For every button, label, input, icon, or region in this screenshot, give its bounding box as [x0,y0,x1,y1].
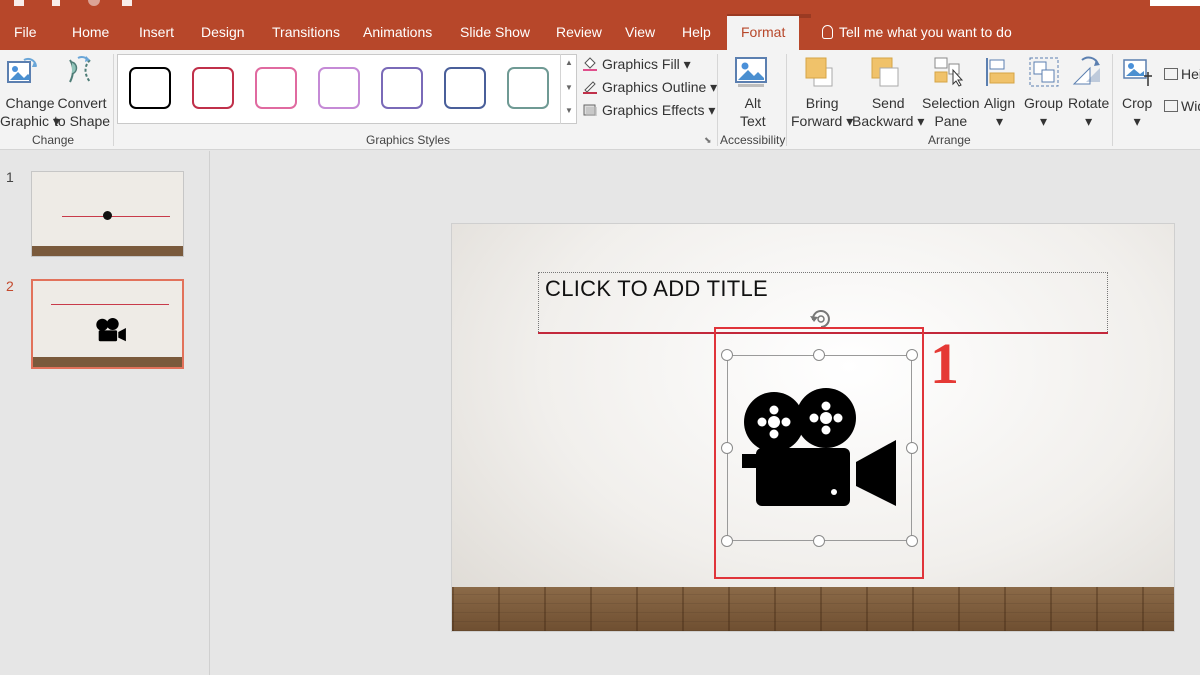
step-number: 1 [930,331,959,396]
graphics-effects-button[interactable]: Graphics Effects ▾ [582,102,715,119]
send-backward-icon [871,57,899,87]
slide-thumbnail-1[interactable] [31,171,184,257]
thumb-title-rule [51,304,169,305]
tab-insert[interactable]: Insert [139,24,174,40]
send-backward-button[interactable]: Send Backward ▾ [852,94,924,130]
gallery-scroll: ▲ ▼ ▼ [560,54,577,124]
video-camera-icon [96,318,126,342]
change-graphic-button[interactable]: Change Graphic ▾ [0,94,60,130]
thumb-floor [32,246,183,256]
style-swatch[interactable] [381,67,423,109]
crop-icon [1123,59,1152,86]
convert-to-shape-icon [69,56,91,83]
separator [1112,54,1113,146]
thumb-number: 1 [6,169,14,185]
tell-me-search[interactable]: Tell me what you want to do [822,24,1012,40]
tab-transitions[interactable]: Transitions [272,24,340,40]
group-label-arrange: Arrange [928,133,971,147]
tab-slide-show[interactable]: Slide Show [460,24,530,40]
style-swatch[interactable] [255,67,297,109]
graphics-styles-gallery[interactable] [117,54,577,124]
graphics-outline-button[interactable]: Graphics Outline ▾ [582,79,717,96]
alt-text-icon [735,57,767,87]
gallery-down-icon[interactable]: ▼ [565,83,573,92]
tab-view[interactable]: View [625,24,655,40]
gallery-up-icon[interactable]: ▲ [565,58,573,67]
shape-width-field[interactable]: Wid [1164,98,1200,114]
shape-height-field[interactable]: Hei [1164,66,1200,82]
group-label-change: Change [32,133,75,147]
rotate-button[interactable]: Rotate ▾ [1068,94,1109,130]
style-swatch[interactable] [318,67,360,109]
separator [113,54,114,146]
style-swatch[interactable] [507,67,549,109]
bring-forward-button[interactable]: Bring Forward ▾ [791,94,853,130]
change-graphic-icon [7,57,37,83]
redo-icon[interactable] [88,0,100,6]
ribbon-tabs: File Home Insert Design Transitions Anim… [0,14,1200,50]
title-bar [0,0,1200,14]
clock-icon [103,211,112,220]
tab-home[interactable]: Home [72,24,109,40]
tell-me-text: Tell me what you want to do [839,24,1012,40]
width-icon [1164,100,1178,112]
alt-text-button[interactable]: Alt Text [740,94,766,130]
gallery-more-icon[interactable]: ▼ [565,106,573,115]
tab-file[interactable]: File [14,24,37,40]
tab-format[interactable]: Format [727,16,800,50]
slide-thumbnails-pane: 1 2 [0,151,210,675]
paint-bucket-icon [583,57,597,71]
group-label-graphics-styles: Graphics Styles [366,133,451,147]
pen-icon [583,81,597,94]
highlight-frame [714,327,924,579]
align-icon [986,58,1015,86]
selection-pane-icon [934,57,964,87]
undo-icon[interactable] [52,0,60,6]
separator [786,54,787,146]
group-icon [1029,57,1059,87]
save-icon[interactable] [14,0,24,6]
align-button[interactable]: Align ▾ [984,94,1015,130]
style-swatch[interactable] [192,67,234,109]
crop-button[interactable]: Crop ▾ [1122,94,1152,130]
graphics-fill-button[interactable]: Graphics Fill ▾ [582,56,691,73]
thumb-number: 2 [6,278,14,294]
group-label-accessibility: Accessibility [720,133,786,147]
separator [717,54,718,146]
presentation-icon[interactable] [122,0,132,6]
title-placeholder-text: CLICK TO ADD TITLE [545,276,769,301]
thumb-title-rule [62,216,170,217]
tab-design[interactable]: Design [201,24,245,40]
lightbulb-icon [822,25,833,39]
bring-forward-icon [805,57,833,87]
account-button[interactable] [1150,0,1200,6]
ribbon: Change Graphic ▾ Convert to Shape Change… [0,50,1200,150]
convert-to-shape-button[interactable]: Convert to Shape [54,94,110,130]
slide-thumbnail-2[interactable] [31,279,184,369]
height-icon [1164,68,1178,80]
tab-animations[interactable]: Animations [363,24,432,40]
wood-floor [452,587,1174,631]
group-button[interactable]: Group ▾ [1024,94,1063,130]
dialog-launcher-icon[interactable]: ⬊ [704,135,712,146]
rotate-icon [1072,56,1100,85]
effects-icon [583,104,597,116]
style-swatch[interactable] [444,67,486,109]
selection-pane-button[interactable]: Selection Pane [922,94,980,130]
style-swatch[interactable] [129,67,171,109]
tab-review[interactable]: Review [556,24,602,40]
tab-help[interactable]: Help [682,24,711,40]
thumb-floor [33,357,182,367]
